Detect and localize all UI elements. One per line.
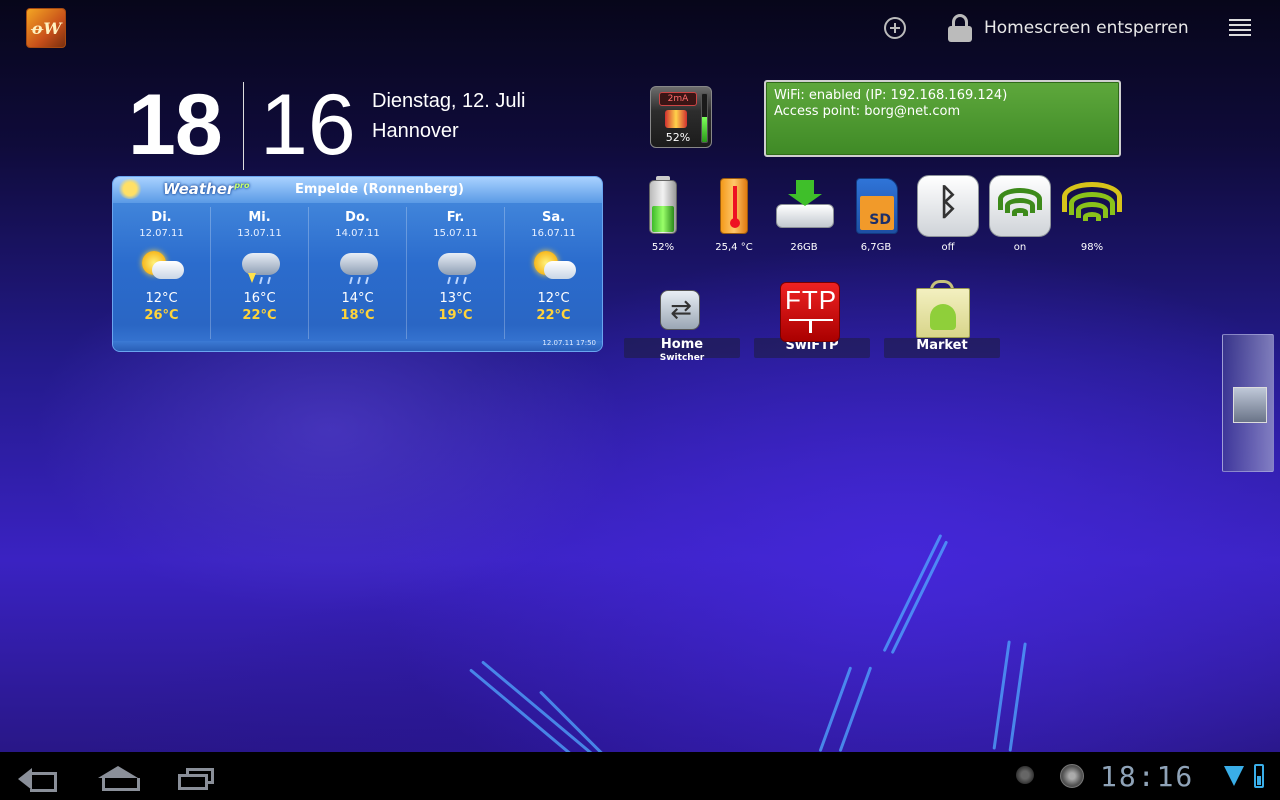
weather-forecast: Di. 12.07.11 12°C 26°C Mi. 13.07.11 16°C 22°C Do… [113, 207, 602, 339]
sd-card-icon: SD [844, 174, 908, 238]
clock-date-block: Dienstag, 12. Juli Hannover [372, 86, 525, 146]
temperature-toggle[interactable]: 25,4 °C [701, 174, 767, 253]
sd-card-toggle-label: 6,7GB [860, 242, 892, 253]
weather-day-low: 13°C [439, 291, 472, 306]
weather-day: Mi. 13.07.11 16°C 22°C [211, 207, 309, 339]
swiftp-icon: FTP [780, 280, 840, 342]
battery-cell-icon [665, 110, 687, 128]
weather-day-date: 13.07.11 [237, 228, 282, 239]
app-market-label: Market [884, 338, 1000, 358]
weather-day-date: 14.07.11 [335, 228, 380, 239]
app-home-switcher[interactable]: HomeSwitcher [624, 280, 740, 363]
sun-cloud-icon [138, 247, 186, 287]
weather-day-high: 19°C [438, 308, 473, 323]
add-icon[interactable] [884, 17, 906, 39]
weather-widget[interactable]: Weatherpro Empelde (Ronnenberg) Di. 12.07… [112, 176, 603, 352]
thunderstorm-icon [236, 247, 284, 287]
app-market[interactable]: Market [884, 280, 1000, 358]
storage-toggle-label: 26GB [790, 242, 818, 253]
weather-day: Do. 14.07.11 14°C 18°C [309, 207, 407, 339]
action-bar: ꝋW Homescreen entsperren [0, 0, 1280, 56]
app-logo[interactable]: ꝋW [26, 8, 66, 48]
bluetooth-icon: ᛒ [916, 174, 980, 238]
weather-day-date: 12.07.11 [139, 228, 184, 239]
weather-day-date: 15.07.11 [433, 228, 478, 239]
weather-day-high: 22°C [536, 308, 571, 323]
battery-status-icon[interactable] [1254, 764, 1264, 788]
bluetooth-toggle-label: off [941, 242, 955, 253]
app-home-switcher-label: Home Switcher [624, 338, 740, 363]
system-bar [0, 752, 1280, 800]
notification-app-icon[interactable] [1060, 764, 1084, 788]
wifi-info-widget[interactable]: WiFi: enabled (IP: 192.168.169.124) Acce… [764, 80, 1121, 157]
lock-icon [948, 14, 972, 42]
temperature-toggle-label: 25,4 °C [715, 242, 753, 253]
back-icon[interactable] [18, 768, 57, 792]
home-icon[interactable] [98, 766, 140, 792]
weather-day: Sa. 16.07.11 12°C 22°C [505, 207, 602, 339]
clock-hour: 18 [128, 77, 223, 173]
clock-location: Hannover [372, 120, 459, 142]
rain-icon [432, 247, 480, 287]
weather-day-name: Di. [151, 210, 172, 225]
clock-divider [243, 82, 244, 170]
weather-day: Fr. 15.07.11 13°C 19°C [407, 207, 505, 339]
rain-icon [334, 247, 382, 287]
weather-day-low: 14°C [341, 291, 374, 306]
wifi-icon [988, 174, 1052, 238]
sun-cloud-icon [530, 247, 578, 287]
battery-current: 2mA [659, 92, 697, 106]
weather-day-date: 16.07.11 [531, 228, 576, 239]
recent-apps-icon[interactable] [178, 768, 216, 790]
signal-icon [1060, 174, 1124, 238]
weather-day-name: Do. [345, 210, 370, 225]
bluetooth-toggle[interactable]: ᛒ off [915, 174, 981, 253]
sd-card-toggle[interactable]: SD 6,7GB [843, 174, 909, 253]
battery-toggle[interactable]: 52% [630, 174, 696, 253]
menu-icon[interactable] [1229, 19, 1251, 37]
wifi-status: WiFi: enabled (IP: 192.168.169.124) [774, 88, 1008, 103]
weather-day-low: 12°C [145, 291, 178, 306]
storage-icon [772, 174, 836, 238]
weather-day: Di. 12.07.11 12°C 26°C [113, 207, 211, 339]
home-switcher-icon [654, 280, 710, 336]
signal-toggle-label: 98% [1080, 242, 1104, 253]
app-swiftp[interactable]: FTP SwiFTP [754, 280, 870, 358]
weather-day-high: 18°C [340, 308, 375, 323]
weather-footer [113, 341, 602, 351]
wifi-status-icon[interactable] [1224, 766, 1244, 786]
wifi-toggle[interactable]: on [987, 174, 1053, 253]
battery-percent: 52% [665, 131, 691, 144]
clock-date: Dienstag, 12. Juli [372, 90, 526, 112]
side-widget-handle-icon[interactable] [1233, 387, 1267, 423]
thermometer-icon [702, 174, 766, 238]
weather-city: Empelde (Ronnenberg) [295, 182, 464, 197]
weather-header: Weatherpro Empelde (Ronnenberg) [113, 177, 602, 203]
weather-sun-logo-icon [117, 179, 143, 199]
weather-updated: 12.07.11 17:50 [542, 339, 596, 347]
weather-brand: Weatherpro [163, 180, 250, 198]
market-icon [914, 280, 970, 338]
battery-monitor-widget[interactable]: 2mA 52% [650, 86, 712, 148]
signal-toggle[interactable]: 98% [1059, 174, 1125, 253]
unlock-homescreen-label: Homescreen entsperren [984, 18, 1189, 38]
battery-icon [631, 174, 695, 238]
weather-day-name: Sa. [541, 210, 566, 225]
side-widget-panel[interactable] [1222, 334, 1274, 472]
weather-day-low: 12°C [537, 291, 570, 306]
weather-day-name: Fr. [446, 210, 465, 225]
storage-toggle[interactable]: 26GB [771, 174, 837, 253]
notification-icon[interactable] [1016, 766, 1034, 784]
system-clock[interactable]: 18:16 [1100, 760, 1194, 793]
battery-toggle-label: 52% [651, 242, 675, 253]
wifi-toggle-label: on [1013, 242, 1027, 253]
battery-level-bar [701, 93, 708, 143]
weather-day-low: 16°C [243, 291, 276, 306]
weather-day-high: 26°C [144, 308, 179, 323]
weather-day-name: Mi. [248, 210, 271, 225]
weather-day-high: 22°C [242, 308, 277, 323]
clock-minute: 16 [260, 77, 356, 173]
wifi-access-point: Access point: borg@net.com [774, 104, 961, 119]
